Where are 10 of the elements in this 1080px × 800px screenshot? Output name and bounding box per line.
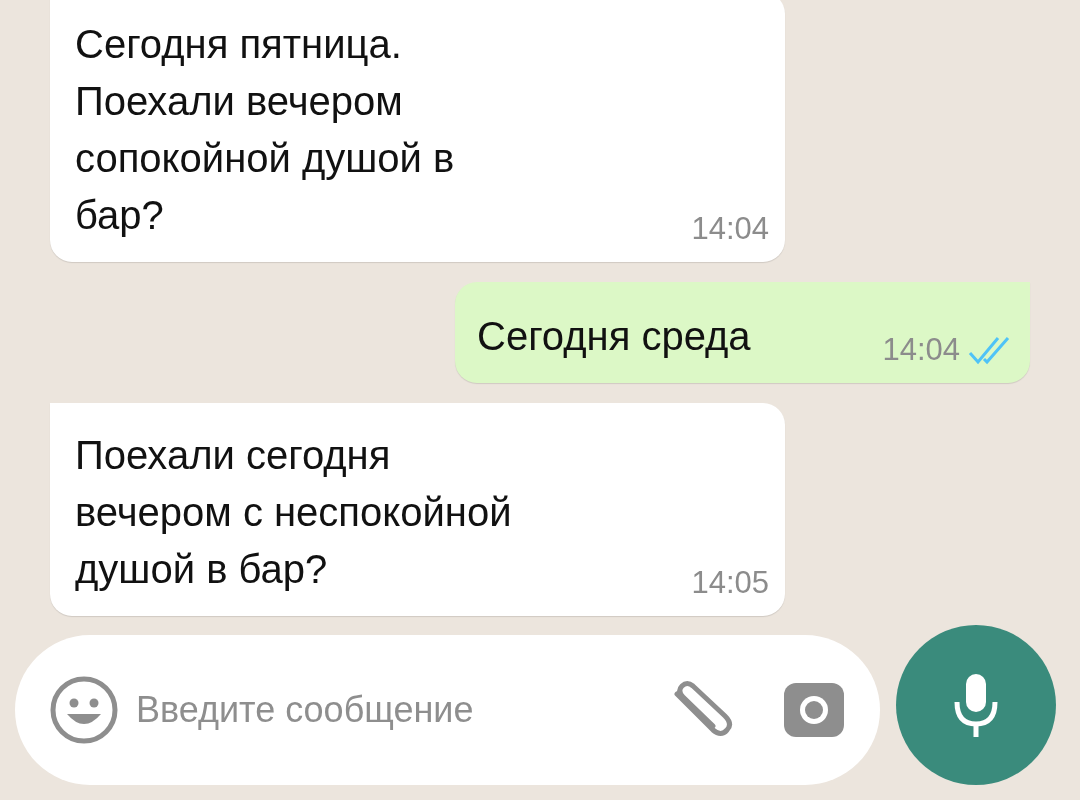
message-text: Поехали сегодня вечером с неспокойной душой в бар? bbox=[75, 432, 512, 593]
message-time: 14:05 bbox=[691, 567, 769, 598]
message-field[interactable]: Введите сообщение bbox=[134, 682, 604, 738]
message-time: 14:04 bbox=[691, 213, 769, 244]
message-time: 14:04 bbox=[882, 334, 960, 365]
camera-icon[interactable] bbox=[783, 682, 845, 738]
emoji-icon[interactable] bbox=[50, 676, 118, 744]
message-text: Сегодня среда bbox=[477, 313, 751, 360]
message-text: Сегодня пятница. Поехали вечером сопокойной душой в бар? bbox=[75, 21, 455, 239]
microphone-icon bbox=[952, 672, 1000, 738]
